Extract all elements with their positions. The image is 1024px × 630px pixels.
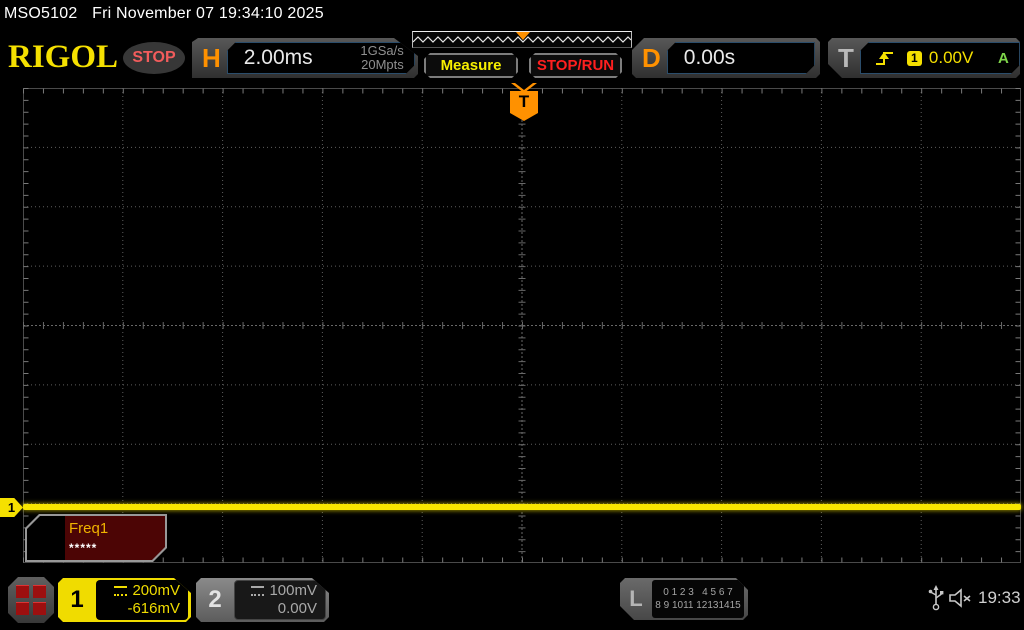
measurement-box-inner: Freq1 ***** bbox=[27, 516, 165, 560]
channel1-ground-marker[interactable]: 1 bbox=[0, 498, 23, 517]
model-name: MSO5102 bbox=[4, 5, 78, 22]
logic-label: L bbox=[629, 586, 643, 611]
logic-channels-badge[interactable]: L 0 1 2 3 4 5 6 7 8 9 1011 12131415 bbox=[620, 578, 748, 620]
trigger-display: 1 0.00V A bbox=[860, 42, 1020, 74]
measurement-box[interactable]: Freq1 ***** bbox=[25, 514, 167, 562]
trigger-level-value: 0.00V bbox=[928, 48, 974, 67]
delay-menu-button[interactable]: D 0.00s bbox=[632, 38, 820, 78]
title-bar: MSO5102 Fri November 07 19:34:10 2025 bbox=[4, 5, 324, 23]
stop-run-button[interactable]: STOP/RUN bbox=[529, 53, 622, 78]
red-square-icon bbox=[16, 585, 29, 598]
delay-value: 0.00s bbox=[683, 46, 736, 69]
horizontal-display: 2.00ms 1GSa/s 20Mpts bbox=[227, 42, 415, 74]
delay-display: 0.00s bbox=[667, 42, 815, 74]
graticule-grid bbox=[23, 88, 1021, 563]
channel1-display: 200mV -616mV bbox=[96, 580, 188, 620]
red-square-icon bbox=[33, 602, 46, 615]
timebase-value: 2.00ms bbox=[243, 46, 313, 69]
measurement-name: Freq1 bbox=[69, 520, 109, 537]
acquisition-info: 1GSa/s 20Mpts bbox=[360, 44, 413, 72]
channel2-number: 2 bbox=[208, 586, 222, 613]
channel1-offset: -616mV bbox=[127, 600, 180, 617]
overview-trigger-position-icon[interactable] bbox=[516, 32, 530, 40]
status-clock: 19:33 bbox=[978, 588, 1021, 607]
logic-row-2: 8 9 1011 12131415 bbox=[655, 600, 741, 611]
trigger-position-marker[interactable]: T bbox=[510, 91, 538, 113]
trigger-position-marker-tail-icon bbox=[510, 113, 538, 121]
horizontal-label: H bbox=[202, 42, 221, 73]
trigger-slope-icon bbox=[875, 49, 895, 67]
channel2-scale: 100mV bbox=[269, 582, 317, 599]
dc-coupling-icon bbox=[251, 586, 264, 596]
measure-button[interactable]: Measure bbox=[424, 53, 518, 78]
trigger-label: T bbox=[838, 42, 854, 73]
trigger-source-badge: 1 bbox=[907, 51, 922, 66]
channel1-scale: 200mV bbox=[132, 582, 180, 599]
red-square-icon bbox=[33, 585, 46, 598]
speaker-muted-icon[interactable] bbox=[948, 587, 974, 609]
datetime-text: Fri November 07 19:34:10 2025 bbox=[92, 5, 324, 22]
horizontal-menu-button[interactable]: H 2.00ms 1GSa/s 20Mpts bbox=[192, 38, 418, 78]
rigol-logo: RIGOL bbox=[8, 39, 119, 75]
measurement-value: ***** bbox=[69, 541, 98, 555]
usb-icon bbox=[928, 585, 944, 611]
function-navigation-icon[interactable] bbox=[8, 577, 54, 623]
delay-label: D bbox=[642, 42, 661, 73]
sample-rate: 1GSa/s bbox=[360, 43, 404, 58]
trigger-sweep-mode: A bbox=[998, 49, 1009, 67]
memory-depth: 20Mpts bbox=[361, 57, 404, 72]
channel1-number: 1 bbox=[70, 586, 84, 613]
channel2-badge[interactable]: 2 100mV 0.00V bbox=[196, 578, 329, 622]
logic-row-1: 0 1 2 3 4 5 6 7 bbox=[663, 587, 733, 598]
trigger-position-notch-inner-icon bbox=[515, 83, 533, 90]
channel1-badge[interactable]: 1 200mV -616mV bbox=[58, 578, 191, 622]
channel1-trace[interactable] bbox=[23, 504, 1021, 510]
channel2-display: 100mV 0.00V bbox=[234, 580, 326, 620]
dc-coupling-icon bbox=[114, 586, 127, 596]
red-square-icon bbox=[16, 602, 29, 615]
channel2-offset: 0.00V bbox=[277, 600, 317, 617]
logic-channel-list: 0 1 2 3 4 5 6 7 8 9 1011 12131415 bbox=[652, 580, 744, 618]
trigger-menu-button[interactable]: T 1 0.00V A bbox=[828, 38, 1020, 78]
run-state-badge: STOP bbox=[123, 42, 185, 74]
